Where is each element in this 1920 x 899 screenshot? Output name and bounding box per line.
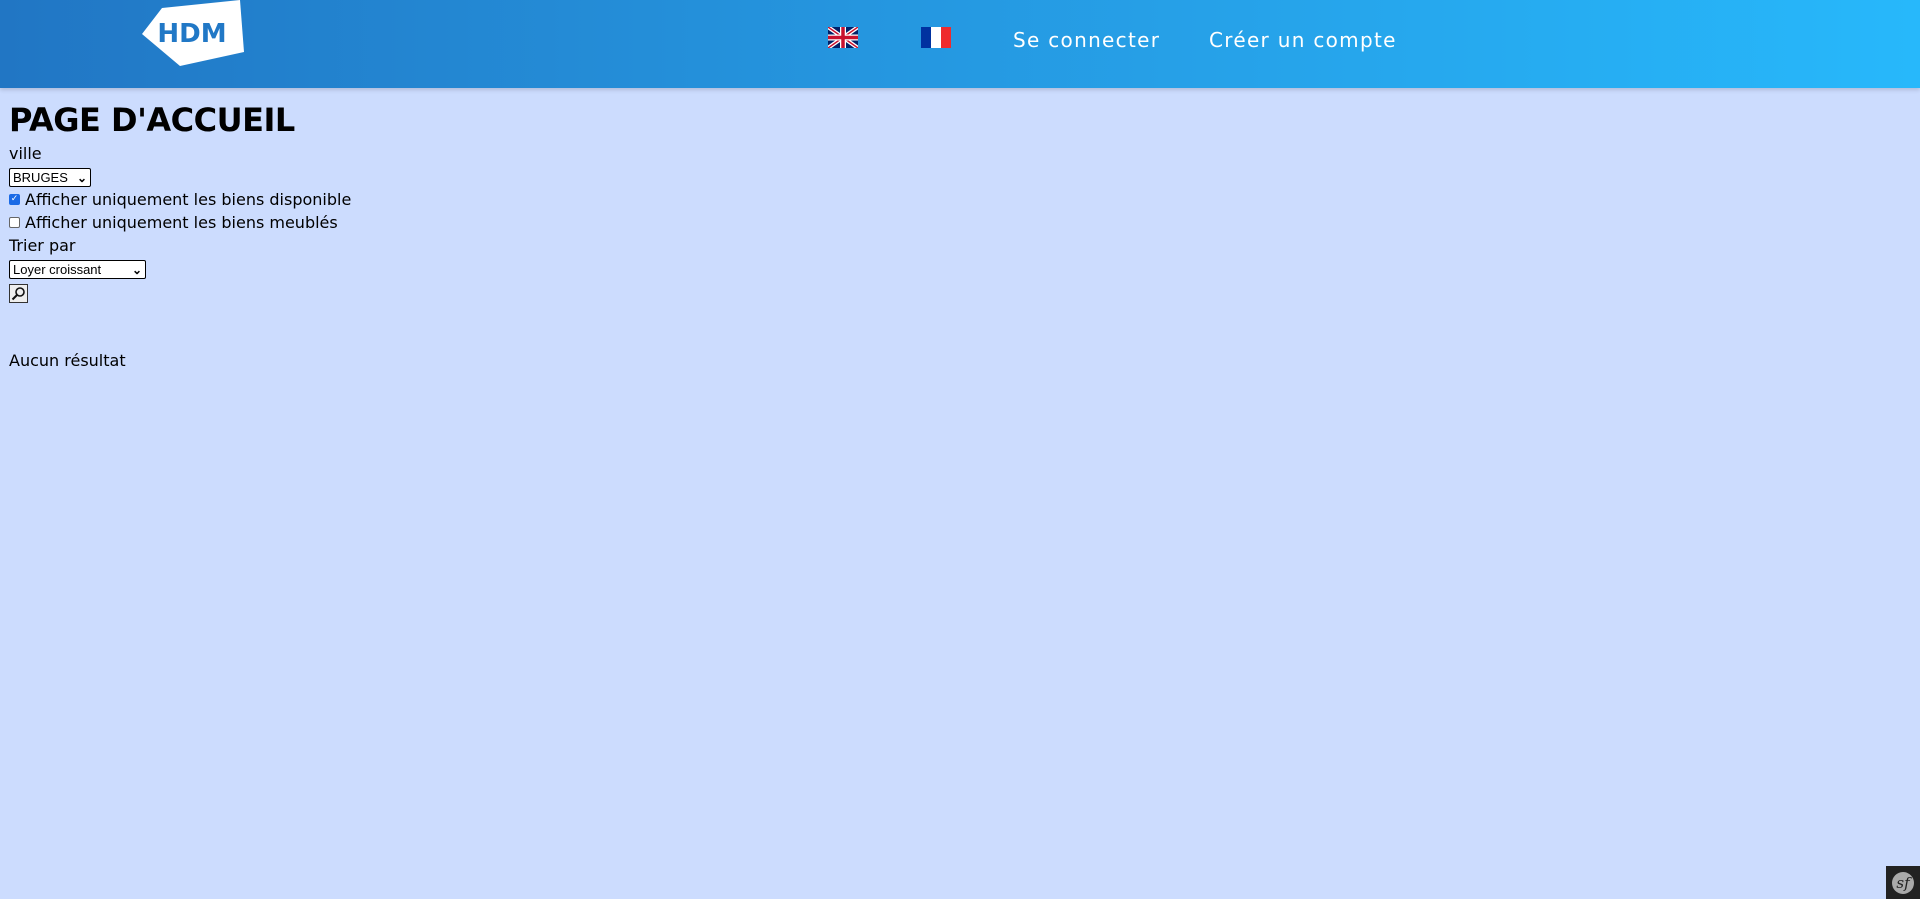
available-checkbox-label[interactable]: Afficher uniquement les biens disponible: [25, 190, 351, 209]
sort-select[interactable]: Loyer croissant ⌄: [9, 260, 146, 279]
french-flag-icon[interactable]: [921, 27, 951, 48]
city-select[interactable]: BRUGES ⌄: [9, 168, 91, 187]
city-label: ville: [9, 144, 42, 163]
top-header: HDM Se connecter Créer un compte: [0, 0, 1920, 88]
symfony-toolbar-toggle[interactable]: sf: [1886, 866, 1920, 899]
city-select-value: BRUGES: [13, 170, 68, 185]
sort-label: Trier par: [9, 236, 76, 255]
main-content: PAGE D'ACCUEIL ville BRUGES ⌄ ✓ Afficher…: [9, 100, 351, 370]
furnished-filter: Afficher uniquement les biens meublés: [9, 213, 338, 232]
register-link[interactable]: Créer un compte: [1209, 28, 1397, 52]
search-icon: [11, 287, 25, 301]
furnished-checkbox[interactable]: [9, 217, 20, 228]
available-filter: ✓ Afficher uniquement les biens disponib…: [9, 190, 351, 209]
no-result-text: Aucun résultat: [9, 351, 126, 370]
sort-select-value: Loyer croissant: [13, 262, 102, 277]
page-title: PAGE D'ACCUEIL: [9, 101, 295, 139]
search-button[interactable]: [9, 284, 28, 303]
login-link[interactable]: Se connecter: [1013, 28, 1160, 52]
svg-text:HDM: HDM: [157, 19, 226, 49]
furnished-checkbox-label[interactable]: Afficher uniquement les biens meublés: [25, 213, 338, 232]
english-flag-icon[interactable]: [828, 27, 858, 48]
chevron-down-icon: ⌄: [76, 170, 87, 185]
symfony-icon: sf: [1892, 871, 1914, 894]
chevron-down-icon: ⌄: [131, 262, 142, 277]
available-checkbox[interactable]: ✓: [9, 194, 20, 205]
hdm-logo[interactable]: HDM: [140, 0, 244, 70]
